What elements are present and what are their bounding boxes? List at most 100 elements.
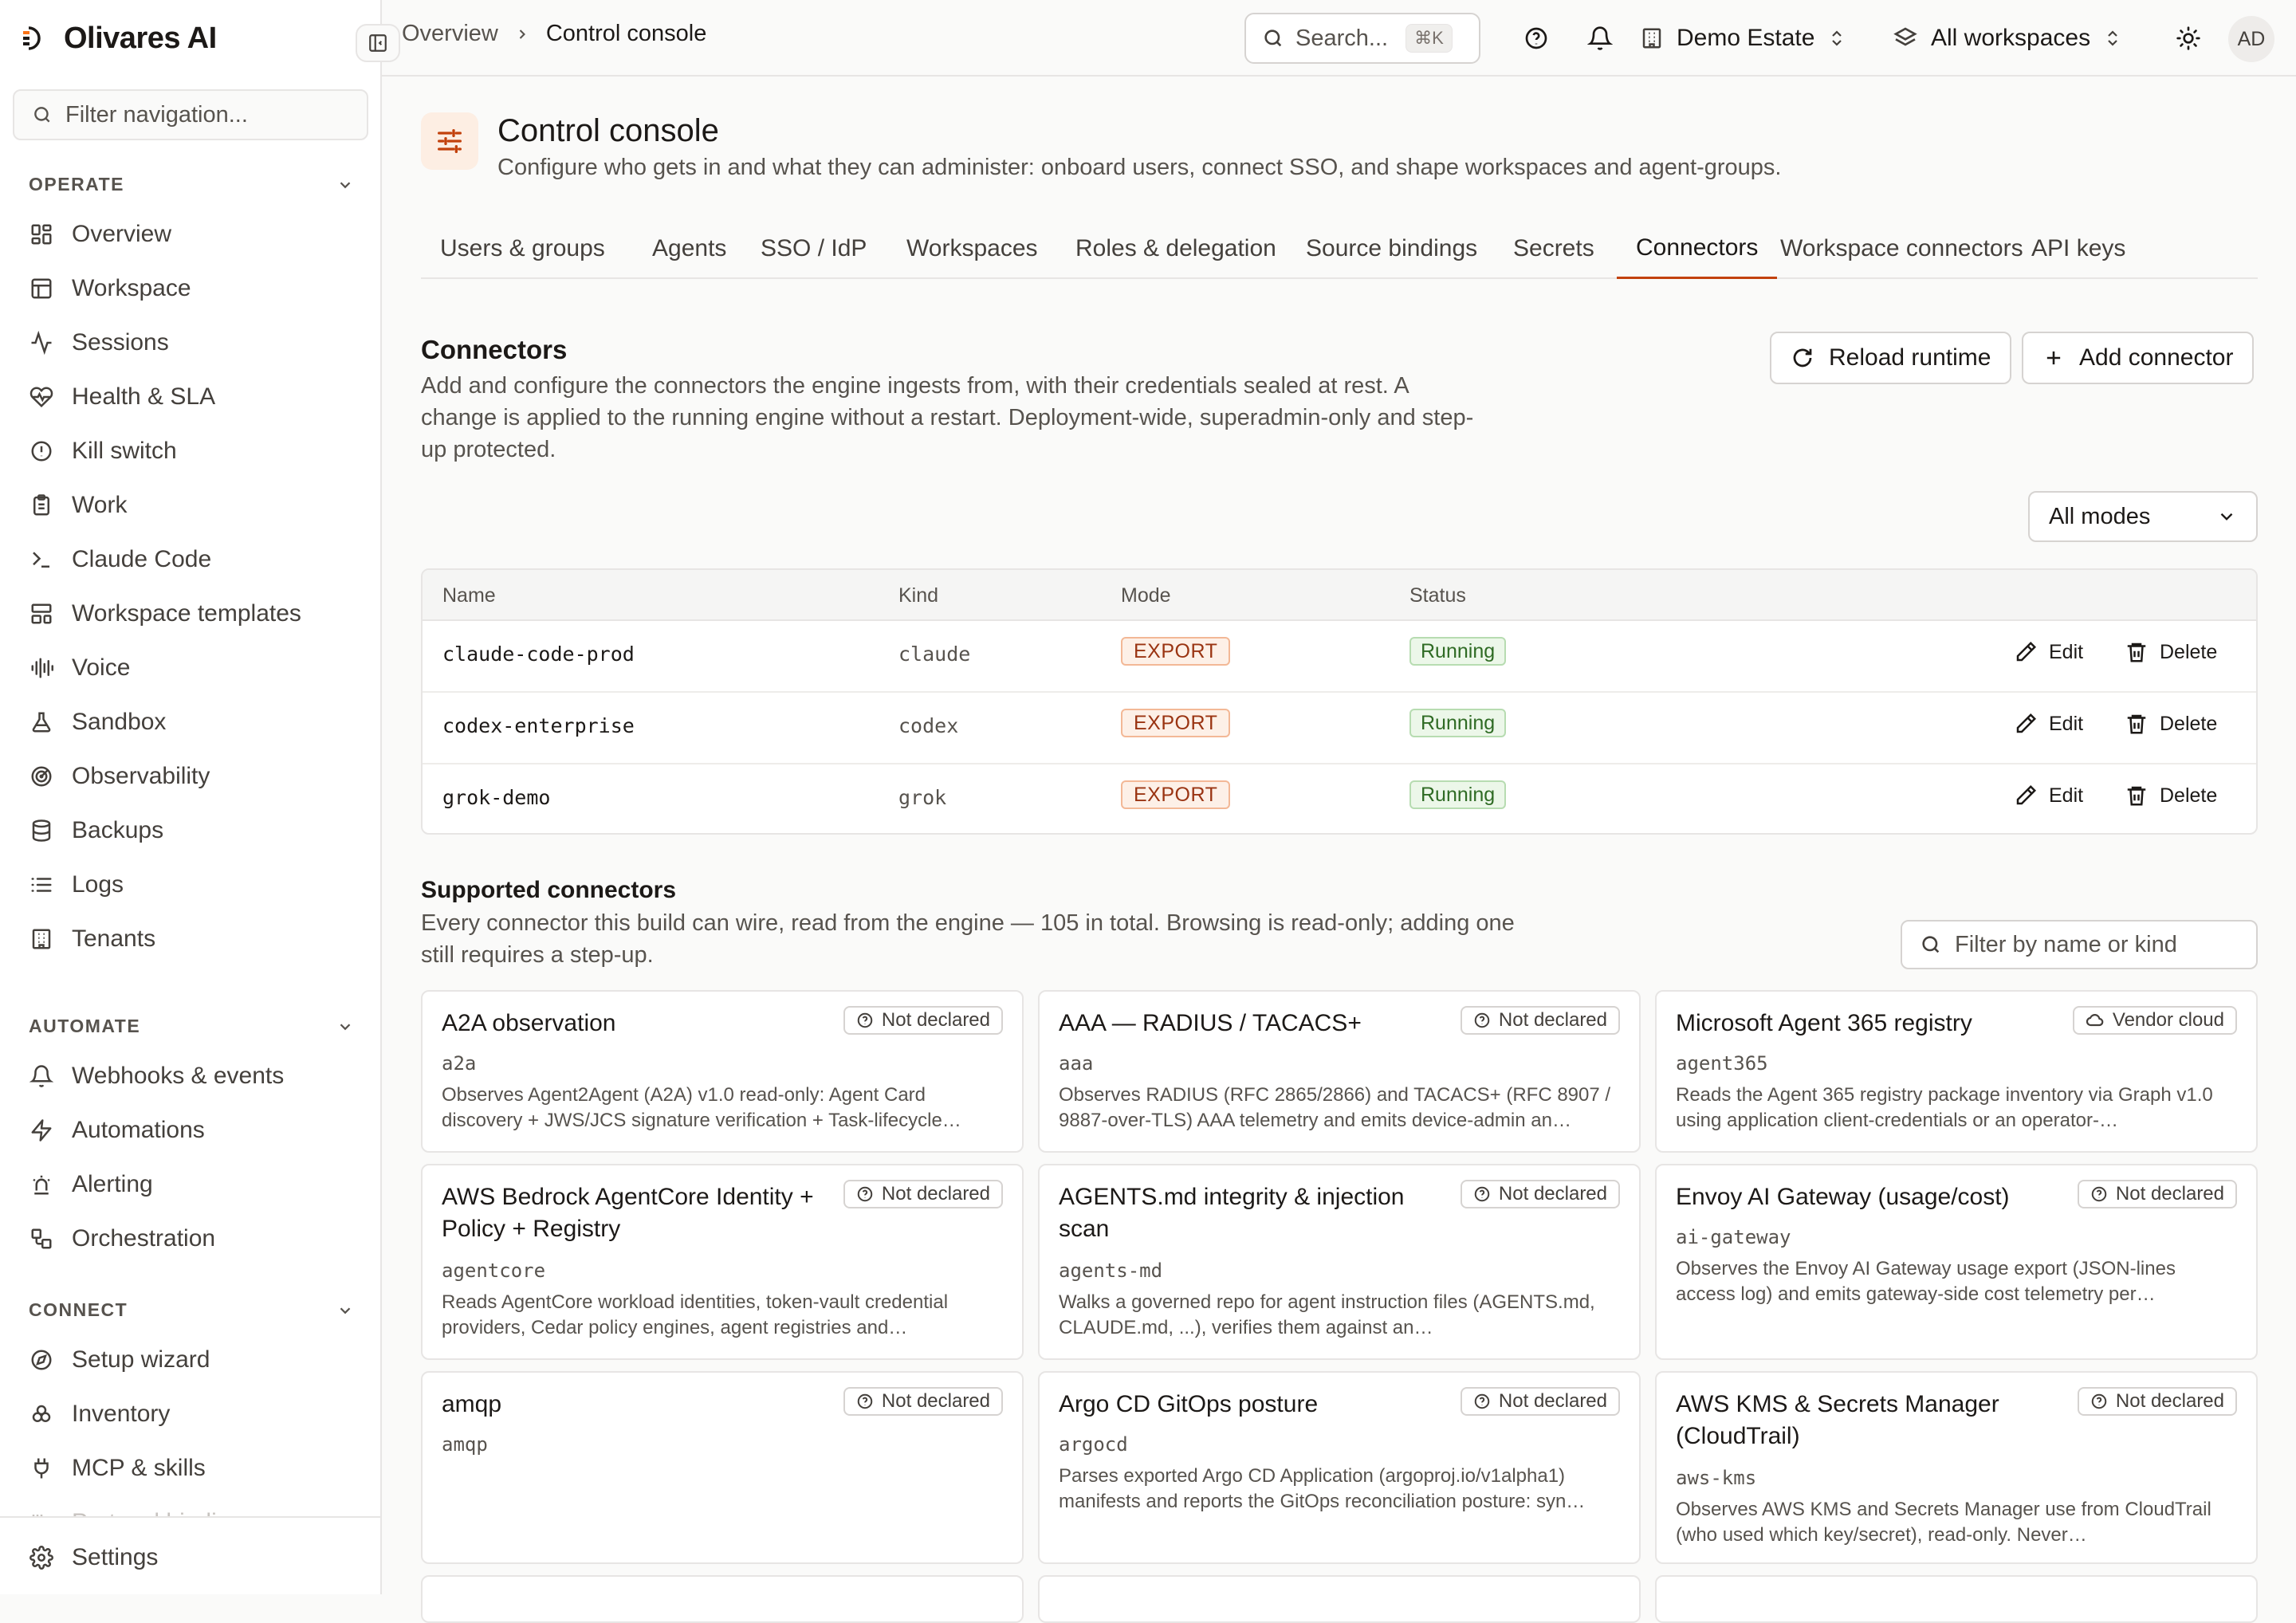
- theme-toggle[interactable]: [2169, 19, 2208, 57]
- mode-filter-select[interactable]: All modes: [2028, 491, 2258, 542]
- connector-card-id: amqp: [442, 1433, 488, 1456]
- nav-item-kill-switch[interactable]: Kill switch: [29, 429, 177, 474]
- nav-item-logs[interactable]: Logs: [29, 863, 124, 907]
- tab-workspace-connectors[interactable]: Workspace connectors: [1761, 218, 2042, 279]
- nav-item-label: Voice: [72, 654, 131, 681]
- nav-section-automate[interactable]: AUTOMATE: [29, 1016, 354, 1037]
- global-search[interactable]: Search... ⌘K: [1244, 13, 1480, 64]
- nav-item-workspace[interactable]: Workspace: [29, 266, 191, 311]
- tab-connectors[interactable]: Connectors: [1617, 218, 1778, 279]
- edit-button[interactable]: Edit: [2014, 784, 2083, 808]
- column-header-name[interactable]: Name: [442, 584, 496, 607]
- add-connector-button[interactable]: Add connector: [2022, 332, 2255, 384]
- radar-icon: [29, 764, 54, 789]
- notifications-button[interactable]: [1581, 19, 1619, 57]
- breadcrumb-overview[interactable]: Overview: [402, 21, 498, 47]
- connector-card[interactable]: AWS KMS & Secrets Manager (CloudTrail) N…: [1655, 1371, 2258, 1564]
- nav-filter[interactable]: [13, 89, 368, 140]
- connector-card[interactable]: Envoy AI Gateway (usage/cost) Not declar…: [1655, 1164, 2258, 1360]
- collapse-sidebar-button[interactable]: [356, 24, 400, 62]
- nav-item-tenants[interactable]: Tenants: [29, 917, 155, 961]
- connector-kind: codex: [898, 714, 959, 737]
- refresh-icon: [1793, 348, 1812, 367]
- declared-status-badge: Not declared: [843, 1180, 1003, 1208]
- connector-card-id: a2a: [442, 1052, 477, 1075]
- connectors-description: Add and configure the connectors the eng…: [421, 373, 1474, 462]
- nav-item-backups[interactable]: Backups: [29, 808, 163, 853]
- connector-card[interactable]: [421, 1575, 1024, 1623]
- connectors-table: Name Kind Mode Status claude-code-prod c…: [421, 568, 2258, 835]
- connector-card[interactable]: AAA — RADIUS / TACACS+ Not declared aaa …: [1038, 990, 1641, 1153]
- tab-secrets[interactable]: Secrets: [1494, 218, 1614, 279]
- nav-section-operate[interactable]: OPERATE: [29, 174, 354, 195]
- connector-card[interactable]: AGENTS.md integrity & injection scan Not…: [1038, 1164, 1641, 1360]
- nav-item-inventory[interactable]: Inventory: [29, 1392, 170, 1436]
- column-header-mode[interactable]: Mode: [1121, 584, 1171, 607]
- connector-filter-input[interactable]: [1955, 931, 2242, 958]
- nav-item-automations[interactable]: Automations: [29, 1108, 205, 1153]
- nav-item-setup-wizard[interactable]: Setup wizard: [29, 1338, 210, 1382]
- nav-item-claude-code[interactable]: Claude Code: [29, 537, 211, 582]
- nav-item-settings[interactable]: Settings: [29, 1535, 158, 1580]
- connector-card[interactable]: AWS Bedrock AgentCore Identity + Policy …: [421, 1164, 1024, 1360]
- connector-card[interactable]: Microsoft Agent 365 registry Vendor clou…: [1655, 990, 2258, 1153]
- connector-card-description: Observes RADIUS (RFC 2865/2866) and TACA…: [1059, 1084, 1611, 1131]
- building-icon: [29, 926, 54, 952]
- delete-button[interactable]: Delete: [2125, 712, 2217, 736]
- binding-icon: [29, 1510, 54, 1516]
- connector-card-title: Microsoft Agent 365 registry: [1676, 1010, 1972, 1036]
- nav-section-connect[interactable]: CONNECT: [29, 1299, 354, 1321]
- chevron-right-icon: [519, 29, 525, 39]
- breadcrumb: Overview Control console: [402, 21, 706, 47]
- help-button[interactable]: [1517, 19, 1555, 57]
- search-shortcut: ⌘K: [1406, 24, 1453, 53]
- nav-item-webhooks-events[interactable]: Webhooks & events: [29, 1054, 284, 1098]
- tab-users-groups[interactable]: Users & groups: [421, 218, 624, 279]
- nav-item-protocol-bindings[interactable]: Protocol bindings: [29, 1500, 255, 1516]
- tab-roles-delegation[interactable]: Roles & delegation: [1056, 218, 1295, 279]
- connector-card[interactable]: amqp Not declared amqp: [421, 1371, 1024, 1564]
- column-header-status[interactable]: Status: [1409, 584, 1466, 607]
- nav-item-sessions[interactable]: Sessions: [29, 320, 169, 365]
- mode-badge: EXPORT: [1121, 709, 1231, 737]
- nav-item-overview[interactable]: Overview: [29, 212, 171, 257]
- delete-label: Delete: [2160, 784, 2218, 807]
- nav-item-health-sla[interactable]: Health & SLA: [29, 375, 215, 419]
- brand[interactable]: Olivares AI: [21, 19, 217, 57]
- trash-icon: [2127, 786, 2146, 806]
- workspace-switcher[interactable]: All workspaces: [1893, 19, 2122, 57]
- tab-source-bindings[interactable]: Source bindings: [1287, 218, 1496, 279]
- connector-name: grok-demo: [442, 786, 551, 809]
- avatar[interactable]: AD: [2228, 16, 2274, 62]
- nav-item-label: Work: [72, 492, 128, 518]
- nav-item-voice[interactable]: Voice: [29, 646, 130, 690]
- nav-item-alerting[interactable]: Alerting: [29, 1162, 153, 1207]
- estate-switcher[interactable]: Demo Estate: [1640, 19, 1846, 57]
- tab-sso-idp[interactable]: SSO / IdP: [741, 218, 886, 279]
- edit-button[interactable]: Edit: [2014, 712, 2083, 736]
- nav-item-sandbox[interactable]: Sandbox: [29, 700, 166, 745]
- reload-runtime-button[interactable]: Reload runtime: [1770, 332, 2012, 384]
- nav-item-orchestration[interactable]: Orchestration: [29, 1216, 215, 1261]
- nav-item-observability[interactable]: Observability: [29, 754, 210, 799]
- delete-label: Delete: [2160, 640, 2218, 663]
- connector-filter[interactable]: [1901, 920, 2258, 969]
- tab-api-keys[interactable]: API keys: [2012, 218, 2145, 279]
- delete-button[interactable]: Delete: [2125, 640, 2217, 664]
- tab-agents[interactable]: Agents: [633, 218, 745, 279]
- connector-name: codex-enterprise: [442, 714, 635, 737]
- connector-card[interactable]: A2A observation Not declared a2a Observe…: [421, 990, 1024, 1153]
- connector-card[interactable]: [1038, 1575, 1641, 1623]
- tab-workspaces[interactable]: Workspaces: [887, 218, 1057, 279]
- column-header-kind[interactable]: Kind: [898, 584, 938, 607]
- nav-item-work[interactable]: Work: [29, 483, 127, 528]
- delete-button[interactable]: Delete: [2125, 784, 2217, 808]
- nav-filter-input[interactable]: [65, 101, 352, 128]
- edit-button[interactable]: Edit: [2014, 640, 2083, 664]
- connector-card[interactable]: [1655, 1575, 2258, 1623]
- connector-card[interactable]: Argo CD GitOps posture Not declared argo…: [1038, 1371, 1641, 1564]
- connector-card-title: amqp: [442, 1391, 502, 1417]
- declared-status-badge: Not declared: [2077, 1387, 2237, 1416]
- nav-item-workspace-templates[interactable]: Workspace templates: [29, 591, 301, 636]
- nav-item-mcp-skills[interactable]: MCP & skills: [29, 1446, 206, 1491]
